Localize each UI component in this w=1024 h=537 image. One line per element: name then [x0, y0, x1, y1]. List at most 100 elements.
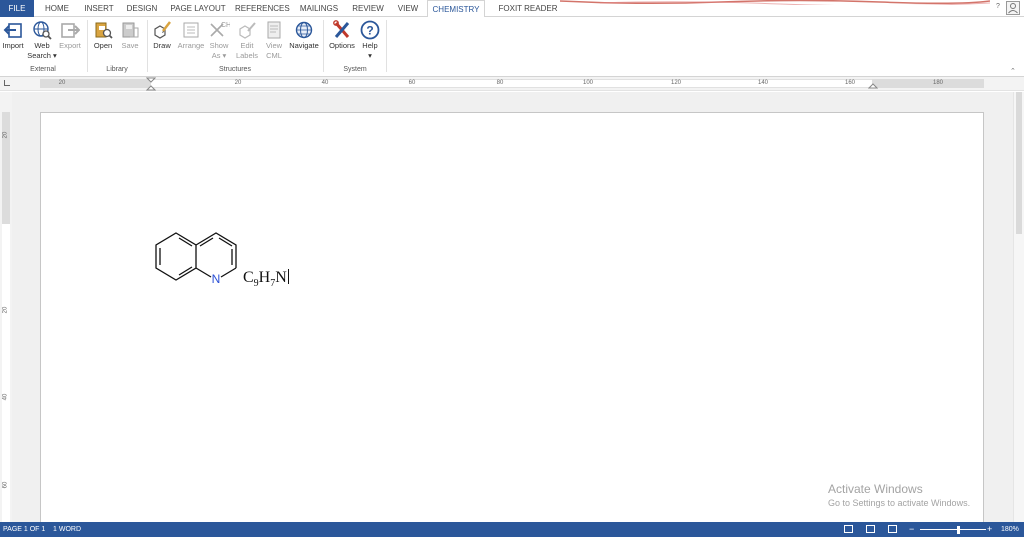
navigate-icon [295, 21, 313, 39]
zoom-slider-thumb[interactable] [957, 526, 960, 534]
group-separator [386, 20, 387, 72]
zoom-out-button[interactable]: − [909, 522, 914, 537]
indent-marker-icon[interactable] [146, 77, 156, 91]
ruler-tick-label: 20 [2, 131, 9, 139]
import-button[interactable]: Import [1, 20, 25, 51]
molecular-formula[interactable]: C9H7N [243, 269, 289, 289]
save-button[interactable]: Save [118, 20, 142, 51]
ruler-tick-label: 140 [757, 80, 769, 86]
tab-page-layout[interactable]: PAGE LAYOUT [168, 0, 228, 17]
show-as-icon: CH [210, 22, 230, 37]
group-label-library: Library [106, 66, 128, 73]
horizontal-ruler[interactable]: 20 20 40 60 80 100 120 140 160 180 [0, 77, 1024, 91]
zoom-level[interactable]: 180% [1001, 522, 1019, 537]
activate-windows-title: Activate Windows [828, 482, 923, 496]
save-icon [122, 22, 139, 38]
activate-windows-subtitle: Go to Settings to activate Windows. [828, 498, 971, 508]
ruler-tick-label: 100 [582, 80, 594, 86]
import-icon [3, 23, 22, 38]
group-label-external: External [30, 66, 56, 73]
export-button[interactable]: Export [58, 20, 82, 51]
tab-view[interactable]: VIEW [393, 0, 423, 17]
help-icon: ? [360, 20, 380, 40]
activate-windows-watermark: Activate Windows Go to Settings to activ… [828, 482, 970, 508]
title-decoration [560, 0, 990, 5]
tab-design[interactable]: DESIGN [124, 0, 160, 17]
view-cml-button[interactable]: View CML [262, 20, 286, 61]
draw-button[interactable]: Draw [150, 20, 174, 51]
ruler-tick-label: 20 [2, 306, 9, 314]
arrange-button[interactable]: Arrange [177, 20, 205, 51]
arrange-icon [183, 22, 199, 38]
group-label-structures: Structures [219, 66, 251, 73]
formula-element-n: N [275, 269, 287, 286]
ruler-tick-label: 20 [234, 80, 242, 86]
ruler-right-margin [872, 79, 984, 88]
ruler-tick-label: 60 [2, 481, 9, 489]
navigate-button[interactable]: Navigate [288, 20, 320, 51]
vertical-scrollbar[interactable] [1013, 92, 1024, 522]
view-cml-icon [267, 21, 281, 39]
document-area: N C9H7N Activate Windows Go to Settings … [12, 92, 1013, 532]
svg-text:CH: CH [221, 22, 230, 29]
print-layout-icon[interactable] [866, 525, 875, 533]
tab-selector[interactable] [4, 80, 10, 86]
ribbon-chemistry: Import Web Search ▾ Export External Open [0, 17, 1024, 77]
export-icon [61, 23, 80, 38]
edit-labels-icon [239, 22, 256, 39]
web-layout-icon[interactable] [888, 525, 897, 533]
tab-insert[interactable]: INSERT [82, 0, 116, 17]
ruler-strip [40, 79, 984, 88]
collapse-ribbon-icon[interactable]: ⌃ [1010, 67, 1016, 75]
ruler-left-margin [40, 79, 151, 88]
options-button[interactable]: Options [327, 20, 357, 51]
tab-review[interactable]: REVIEW [350, 0, 386, 17]
right-indent-marker-icon[interactable] [868, 81, 878, 89]
ruler-tick-label: 20 [58, 80, 66, 86]
options-icon [333, 20, 350, 38]
draw-icon [154, 21, 171, 39]
help-button[interactable]: ? Help ▾ [359, 20, 381, 61]
tab-foxit-reader-pdf[interactable]: FOXIT READER PDF [490, 0, 566, 30]
ruler-tick-label: 180 [932, 80, 944, 86]
ribbon-tab-bar: FILE HOME INSERT DESIGN PAGE LAYOUT REFE… [0, 0, 1024, 30]
document-page[interactable]: N C9H7N [40, 112, 984, 532]
quinoline-structure[interactable]: N [155, 229, 245, 295]
group-separator [323, 20, 324, 72]
page-count[interactable]: PAGE 1 OF 1 [3, 522, 45, 537]
tab-home[interactable]: HOME [40, 0, 74, 17]
show-as-button[interactable]: CH Show As ▾ [207, 20, 231, 61]
text-cursor [287, 269, 289, 284]
word-count[interactable]: 1 WORD [53, 522, 81, 537]
tab-file[interactable]: FILE [0, 0, 34, 17]
vertical-ruler[interactable]: 20 20 40 60 [0, 92, 12, 522]
ruler-tick-label: 40 [321, 80, 329, 86]
formula-element-h: H [258, 269, 271, 286]
tab-chemistry[interactable]: CHEMISTRY [427, 0, 485, 18]
edit-labels-button[interactable]: Edit Labels [234, 20, 260, 61]
svg-text:?: ? [366, 24, 373, 38]
ruler-tick-label: 40 [2, 393, 9, 401]
ruler-tick-label: 160 [844, 80, 856, 86]
ruler-tick-label: 80 [496, 80, 504, 86]
ruler-tick-label: 60 [408, 80, 416, 86]
web-search-button[interactable]: Web Search ▾ [27, 20, 57, 61]
nitrogen-atom-label: N [212, 272, 221, 286]
group-separator [147, 20, 148, 72]
open-button[interactable]: Open [91, 20, 115, 51]
ribbon-display-options-button[interactable]: ? [996, 3, 1000, 10]
read-mode-icon[interactable] [844, 525, 853, 533]
group-label-system: System [343, 66, 367, 73]
open-icon [95, 22, 113, 39]
ruler-tick-label: 120 [670, 80, 682, 86]
group-separator [87, 20, 88, 72]
tab-references[interactable]: REFERENCES [235, 0, 290, 17]
status-bar: PAGE 1 OF 1 1 WORD − + 180% [0, 522, 1024, 537]
zoom-slider[interactable] [920, 529, 986, 530]
user-avatar-icon[interactable] [1006, 1, 1020, 15]
scrollbar-thumb[interactable] [1016, 92, 1022, 234]
zoom-in-button[interactable]: + [987, 522, 992, 537]
formula-element-c: C [243, 269, 254, 286]
tab-mailings[interactable]: MAILINGS [297, 0, 341, 17]
vertical-ruler-margin [2, 112, 10, 224]
